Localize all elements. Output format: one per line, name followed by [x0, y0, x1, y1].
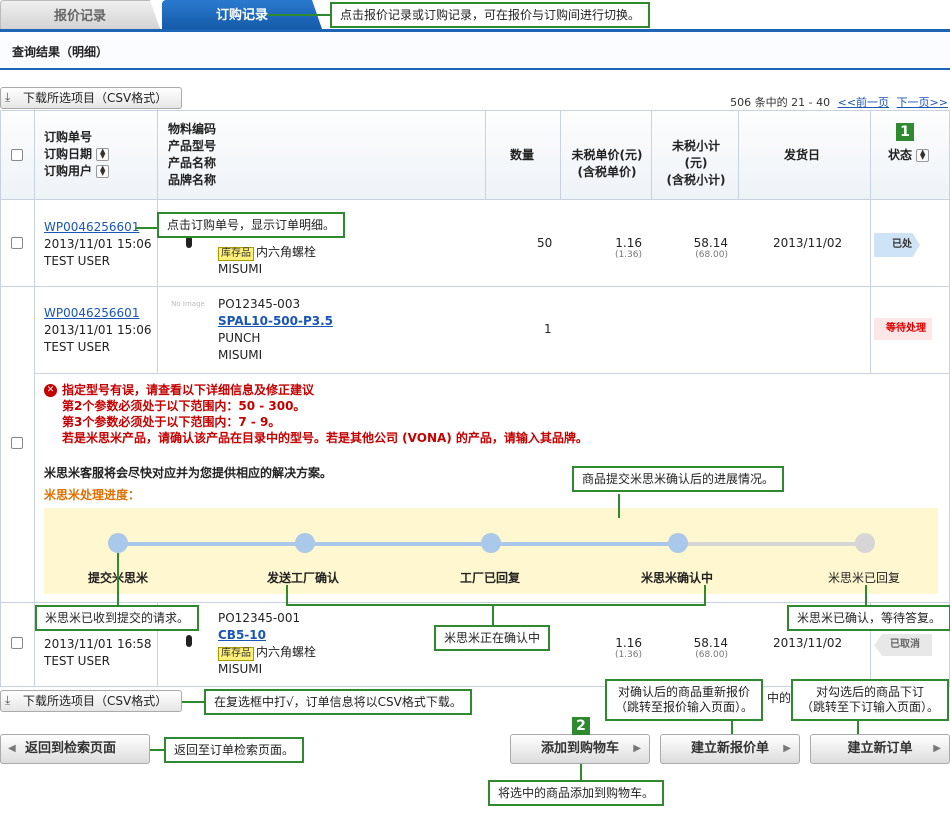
new-quote-button[interactable]: 建立新报价单 ▶ [660, 734, 800, 764]
callout-csv: 在复选框中打√，订单信息将以CSV格式下载。 [204, 689, 472, 715]
new-order-button[interactable]: 建立新订单 ▶ [810, 734, 950, 764]
row3-product-info: PO12345-001 CB5-10 库存品 内六角螺栓 MISUMI [218, 611, 317, 676]
sort-status-icon[interactable]: ▲ ▼ [916, 149, 930, 162]
callout-order-no: 点击订购单号，显示订单明细。 [157, 212, 346, 238]
row3-model-link[interactable]: CB5-10 [218, 627, 316, 644]
partial-text: 中的 [767, 691, 792, 705]
next-page-link[interactable]: 下一页>> [897, 96, 948, 109]
arrow-right-icon: ▶ [633, 743, 641, 754]
progress-title: 米思米处理进度： [44, 488, 141, 502]
header-product-info: 物料编码 产品型号 产品名称 品牌名称 [168, 122, 217, 187]
stock-badge: 库存品 [218, 247, 254, 261]
error-x-icon: ✕ [44, 384, 57, 397]
callout-order: 对勾选后的商品下订 （跳转至下订输入页面）。 [791, 679, 950, 721]
callout-requote: 对确认后的商品重新报价 （跳转至报价输入页面）。 [605, 679, 764, 721]
download-icon: ⤓ [5, 693, 11, 707]
header-ship-date: 发货日 [784, 148, 821, 162]
progress-bar-done [118, 542, 678, 546]
paging-info: 506 条中的 21 - 40 [730, 96, 831, 109]
row2-product-info: PO12345-003 SPAL10-500-P3.5 PUNCH MISUMI [218, 297, 334, 362]
callout-confirming: 米思米正在确认中 [434, 625, 551, 651]
header-status: 状态 ▲ ▼ [888, 147, 930, 164]
back-arrow-icon: ◀ [8, 743, 16, 754]
callout-cart: 将选中的商品添加到购物车。 [488, 780, 665, 806]
tab-quote-history[interactable]: 报价记录 [0, 0, 160, 29]
callout-received: 米思米已收到提交的请求。 [35, 605, 200, 631]
row2-order-info: WP0046256601 2013/11/01 15:06 TEST USER [44, 305, 152, 354]
row3-ship-date: 2013/11/02 [773, 636, 843, 650]
row1-subtotal: 58.14 (68.00) [693, 236, 728, 260]
support-message: 米思米客服将会尽快对应并为您提供相应的解决方案。 [44, 466, 333, 480]
progress-step-2: 发送工厂确认 [267, 571, 340, 585]
progress-dot-4 [668, 533, 688, 553]
row2-model-link[interactable]: SPAL10-500-P3.5 [218, 313, 333, 330]
callout-confirmed: 米思米已确认，等待答复。 [787, 605, 950, 631]
download-icon: ⤓ [5, 90, 11, 104]
row2-checkbox[interactable] [11, 437, 23, 449]
arrow-right-icon: ▶ [933, 743, 941, 754]
row1-status-badge: 已处理 [874, 233, 920, 257]
header-order-info: 订购单号 订购日期 ▲ ▼ 订购用户 ▲ ▼ [44, 129, 110, 180]
pagination: 506 条中的 21 - 40 <<前一页 下一页>> [730, 94, 948, 110]
prev-page-link[interactable]: <<前一页 [838, 96, 889, 109]
header-unit-price: 未税单价(元) (含税单价) [571, 148, 643, 179]
header-qty: 数量 [510, 148, 535, 162]
header-subtotal: 未税小计 (元) (含税小计) [666, 139, 726, 187]
marker-2: 2 [572, 717, 590, 735]
progress-dot-3 [481, 533, 501, 553]
row1-price: 1.16 (1.36) [614, 236, 642, 260]
progress-step-3: 工厂已回复 [460, 571, 521, 585]
download-csv-button-top[interactable]: ⤓ 下载所选项目（CSV格式） [0, 87, 182, 109]
progress-step-4: 米思米确认中 [641, 571, 714, 585]
row3-checkbox[interactable] [11, 637, 23, 649]
callout-back: 返回至订单检索页面。 [164, 737, 305, 763]
sort-date-icon[interactable]: ▲ ▼ [96, 148, 110, 161]
error-line-3: 第3个参数必须处于以下范围内：7 - 9。 [62, 415, 281, 429]
progress-dot-2 [295, 533, 315, 553]
row2-status-badge: 等待处理 [874, 318, 932, 340]
row3-order-info: 2013/11/01 16:58 TEST USER [44, 637, 152, 668]
row1-qty: 50 [537, 236, 553, 250]
progress-dot-1 [108, 533, 128, 553]
add-to-cart-button[interactable]: 添加到购物车 ▶ [510, 734, 650, 764]
row2-qty: 1 [544, 322, 552, 336]
section-title: 查询结果（明细） [12, 45, 109, 59]
error-line-2: 第2个参数必须处于以下范围内：50 - 300。 [62, 399, 306, 413]
select-all-checkbox[interactable] [11, 149, 23, 161]
download-csv-button-bottom[interactable]: ⤓ 下载所选项目（CSV格式） [0, 690, 182, 712]
callout-progress: 商品提交米思米确认后的进展情况。 [572, 466, 785, 492]
bolt-icon [186, 635, 192, 647]
arrow-right-icon: ▶ [783, 743, 791, 754]
section-header: 查询结果（明细） [0, 32, 950, 70]
row3-subtotal: 58.14 (68.00) [693, 636, 728, 660]
row1-checkbox[interactable] [11, 237, 23, 249]
sort-user-icon[interactable]: ▲ ▼ [96, 165, 110, 178]
progress-bar-todo [678, 542, 865, 546]
error-title: 指定型号有误，请查看以下详细信息及修正建议 [62, 383, 315, 397]
no-image-placeholder: No Image [171, 300, 205, 308]
back-to-search-button[interactable]: ◀ 返回到检索页面 [0, 734, 150, 764]
progress-dot-5 [855, 533, 875, 553]
row3-price: 1.16 (1.36) [614, 636, 642, 660]
row1-ship-date: 2013/11/02 [773, 236, 843, 250]
progress-step-5: 米思米已回复 [828, 571, 901, 585]
error-line-4: 若是米思米产品，请确认该产品在目录中的型号。若是其他公司 (VONA) 的产品，… [62, 431, 588, 445]
callout-tabs: 点击报价记录或订购记录，可在报价与订购间进行切换。 [330, 2, 651, 28]
marker-1: 1 [896, 123, 914, 141]
row2-order-link[interactable]: WP0046256601 [44, 305, 152, 322]
row3-status-badge: 已取消 [874, 634, 932, 656]
row1-product-info: 库存品 内六角螺栓 MISUMI [218, 245, 317, 276]
stock-badge: 库存品 [218, 647, 254, 661]
